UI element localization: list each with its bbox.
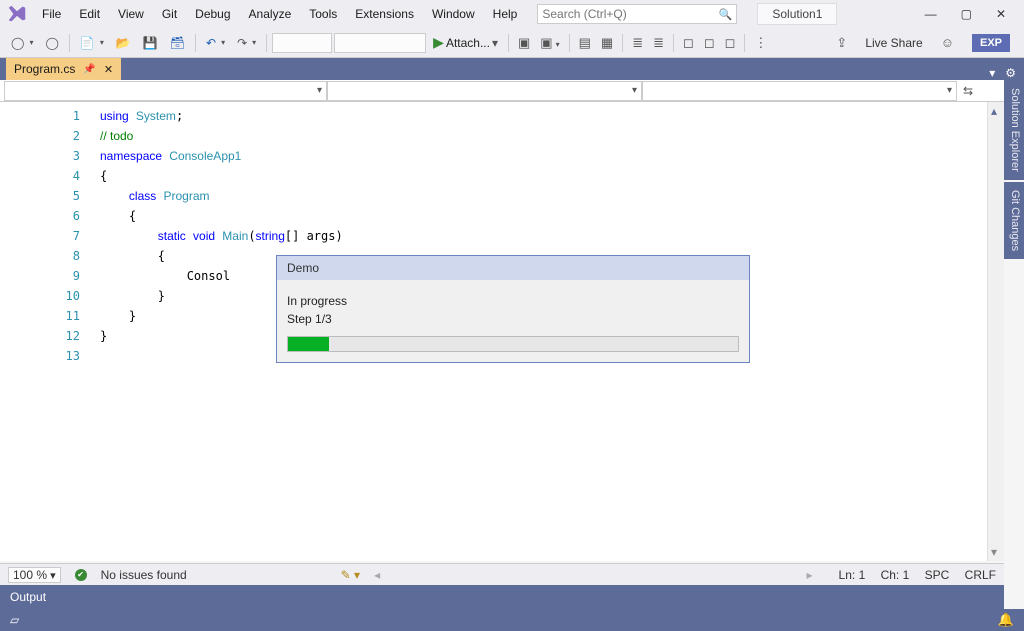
menu-view[interactable]: View bbox=[110, 3, 152, 25]
nav-class-combo[interactable]: ▾ bbox=[327, 81, 642, 101]
toolbar-separator bbox=[673, 34, 674, 52]
solution-explorer-tab[interactable]: Solution Explorer bbox=[1004, 80, 1024, 180]
hscroll-right-icon[interactable]: ▸ bbox=[807, 568, 813, 582]
main-menu-bar: File Edit View Git Debug Analyze Tools E… bbox=[0, 0, 1024, 28]
toolbar-separator bbox=[195, 34, 196, 52]
toolbar-separator bbox=[508, 34, 509, 52]
search-icon: 🔍 bbox=[719, 8, 733, 21]
toolbar-separator bbox=[266, 34, 267, 52]
solution-name-badge[interactable]: Solution1 bbox=[757, 3, 837, 25]
attach-label: Attach... bbox=[446, 36, 490, 50]
notifications-bell-icon[interactable]: 🔔 bbox=[998, 612, 1014, 628]
vs-logo-icon bbox=[6, 3, 28, 25]
nav-project-combo[interactable]: ▾ bbox=[4, 81, 327, 101]
play-icon: ▶ bbox=[433, 34, 444, 51]
status-left-icon[interactable]: ▱ bbox=[10, 613, 19, 627]
menu-git[interactable]: Git bbox=[154, 3, 185, 25]
toolbar-separator bbox=[69, 34, 70, 52]
issues-ok-icon: ✔ bbox=[75, 569, 87, 581]
split-editor-button[interactable]: ⇆ bbox=[957, 84, 979, 98]
tb-bookmark-icon[interactable]: ◻ bbox=[679, 35, 698, 51]
progress-fill bbox=[288, 337, 329, 351]
vertical-scrollbar[interactable] bbox=[987, 102, 1004, 561]
save-button[interactable]: 💾 bbox=[138, 34, 163, 52]
save-all-button[interactable]: 🗃 bbox=[165, 34, 190, 52]
main-toolbar: ◯ ◯ 📄 📂 💾 🗃 ↶ ↷ ▶ Attach... ▾ ▣ ▣ ▤ ▦ ≣ … bbox=[0, 28, 1024, 58]
file-tab-programcs[interactable]: Program.cs 📌 ✕ bbox=[6, 58, 121, 80]
git-changes-tab[interactable]: Git Changes bbox=[1004, 182, 1024, 259]
start-debug-button[interactable]: ▶ Attach... ▾ bbox=[428, 32, 503, 53]
tb-bookmark-prev-icon[interactable]: ◻ bbox=[700, 35, 719, 51]
tb-indent-in-icon[interactable]: ≣ bbox=[649, 35, 668, 51]
editor-status-strip: 100 % ▾ ✔ No issues found ✎ ▾ ◂ ▸ Ln: 1 … bbox=[0, 563, 1004, 585]
document-tab-strip: Program.cs 📌 ✕ ▾ ⚙ bbox=[0, 58, 1024, 80]
tb-icon-2[interactable]: ▣ bbox=[536, 35, 563, 51]
lightbulb-icon[interactable]: ✎ ▾ bbox=[341, 568, 360, 582]
tb-bookmark-next-icon[interactable]: ◻ bbox=[721, 35, 740, 51]
file-tab-label: Program.cs bbox=[14, 62, 75, 76]
nav-forward-button[interactable]: ◯ bbox=[40, 34, 63, 52]
solution-platform-combo[interactable] bbox=[334, 33, 426, 53]
window-status-bar: ▱ 🔔 bbox=[0, 609, 1024, 631]
exp-badge[interactable]: EXP bbox=[972, 34, 1010, 52]
window-maximize-button[interactable]: ▢ bbox=[961, 7, 972, 21]
output-title: Output bbox=[10, 590, 46, 604]
menu-tools[interactable]: Tools bbox=[301, 3, 345, 25]
nav-back-button[interactable]: ◯ bbox=[6, 34, 38, 52]
caret-info: Ln: 1 Ch: 1 SPC CRLF bbox=[827, 568, 996, 582]
issues-label[interactable]: No issues found bbox=[101, 568, 187, 582]
toolbar-separator bbox=[622, 34, 623, 52]
undo-button[interactable]: ↶ bbox=[201, 34, 230, 52]
menu-edit[interactable]: Edit bbox=[71, 3, 108, 25]
right-rail: Solution Explorer Git Changes bbox=[1004, 80, 1024, 261]
menu-extensions[interactable]: Extensions bbox=[347, 3, 422, 25]
feedback-icon[interactable]: ☺ bbox=[937, 35, 958, 50]
global-search-input[interactable] bbox=[542, 7, 702, 21]
tab-gear-icon[interactable]: ⚙ bbox=[1005, 66, 1016, 80]
progress-bar bbox=[287, 336, 739, 352]
liveshare-icon[interactable]: ⇪ bbox=[832, 35, 851, 51]
window-close-button[interactable]: ✕ bbox=[996, 7, 1006, 21]
toolbar-separator bbox=[569, 34, 570, 52]
menu-window[interactable]: Window bbox=[424, 3, 483, 25]
open-file-button[interactable]: 📂 bbox=[111, 34, 136, 52]
dialog-status: In progress bbox=[287, 294, 739, 308]
progress-dialog: Demo In progress Step 1/3 bbox=[276, 255, 750, 363]
window-minimize-button[interactable]: — bbox=[925, 7, 937, 21]
toolbar-separator bbox=[744, 34, 745, 52]
menu-file[interactable]: File bbox=[34, 3, 69, 25]
hscroll-left-icon[interactable]: ◂ bbox=[374, 568, 380, 582]
code-nav-bar: ▾ ▾ ▾ ⇆ bbox=[0, 80, 1024, 102]
tb-icon-3[interactable]: ▤ bbox=[575, 35, 595, 51]
dialog-step: Step 1/3 bbox=[287, 312, 739, 326]
solution-config-combo[interactable] bbox=[272, 33, 332, 53]
tb-icon-1[interactable]: ▣ bbox=[514, 35, 534, 51]
new-item-button[interactable]: 📄 bbox=[75, 34, 109, 52]
tab-dropdown-icon[interactable]: ▾ bbox=[989, 66, 995, 80]
output-panel-header[interactable]: Output bbox=[0, 585, 1004, 609]
line-gutter: 12345678910111213 bbox=[0, 102, 90, 561]
close-icon[interactable]: ✕ bbox=[104, 63, 113, 76]
global-search-box[interactable]: 🔍 bbox=[537, 4, 737, 24]
tb-indent-out-icon[interactable]: ≣ bbox=[628, 35, 647, 51]
zoom-combo[interactable]: 100 % ▾ bbox=[8, 567, 61, 583]
liveshare-label[interactable]: Live Share bbox=[865, 36, 922, 50]
tb-icon-4[interactable]: ▦ bbox=[597, 35, 617, 51]
pin-icon[interactable]: 📌 bbox=[83, 64, 95, 75]
menu-help[interactable]: Help bbox=[485, 3, 526, 25]
menu-analyze[interactable]: Analyze bbox=[241, 3, 300, 25]
menu-debug[interactable]: Debug bbox=[187, 3, 238, 25]
tb-overflow-icon[interactable]: ⋮ bbox=[750, 35, 771, 51]
redo-button[interactable]: ↷ bbox=[232, 34, 261, 52]
dialog-title: Demo bbox=[277, 256, 749, 280]
nav-member-combo[interactable]: ▾ bbox=[642, 81, 957, 101]
